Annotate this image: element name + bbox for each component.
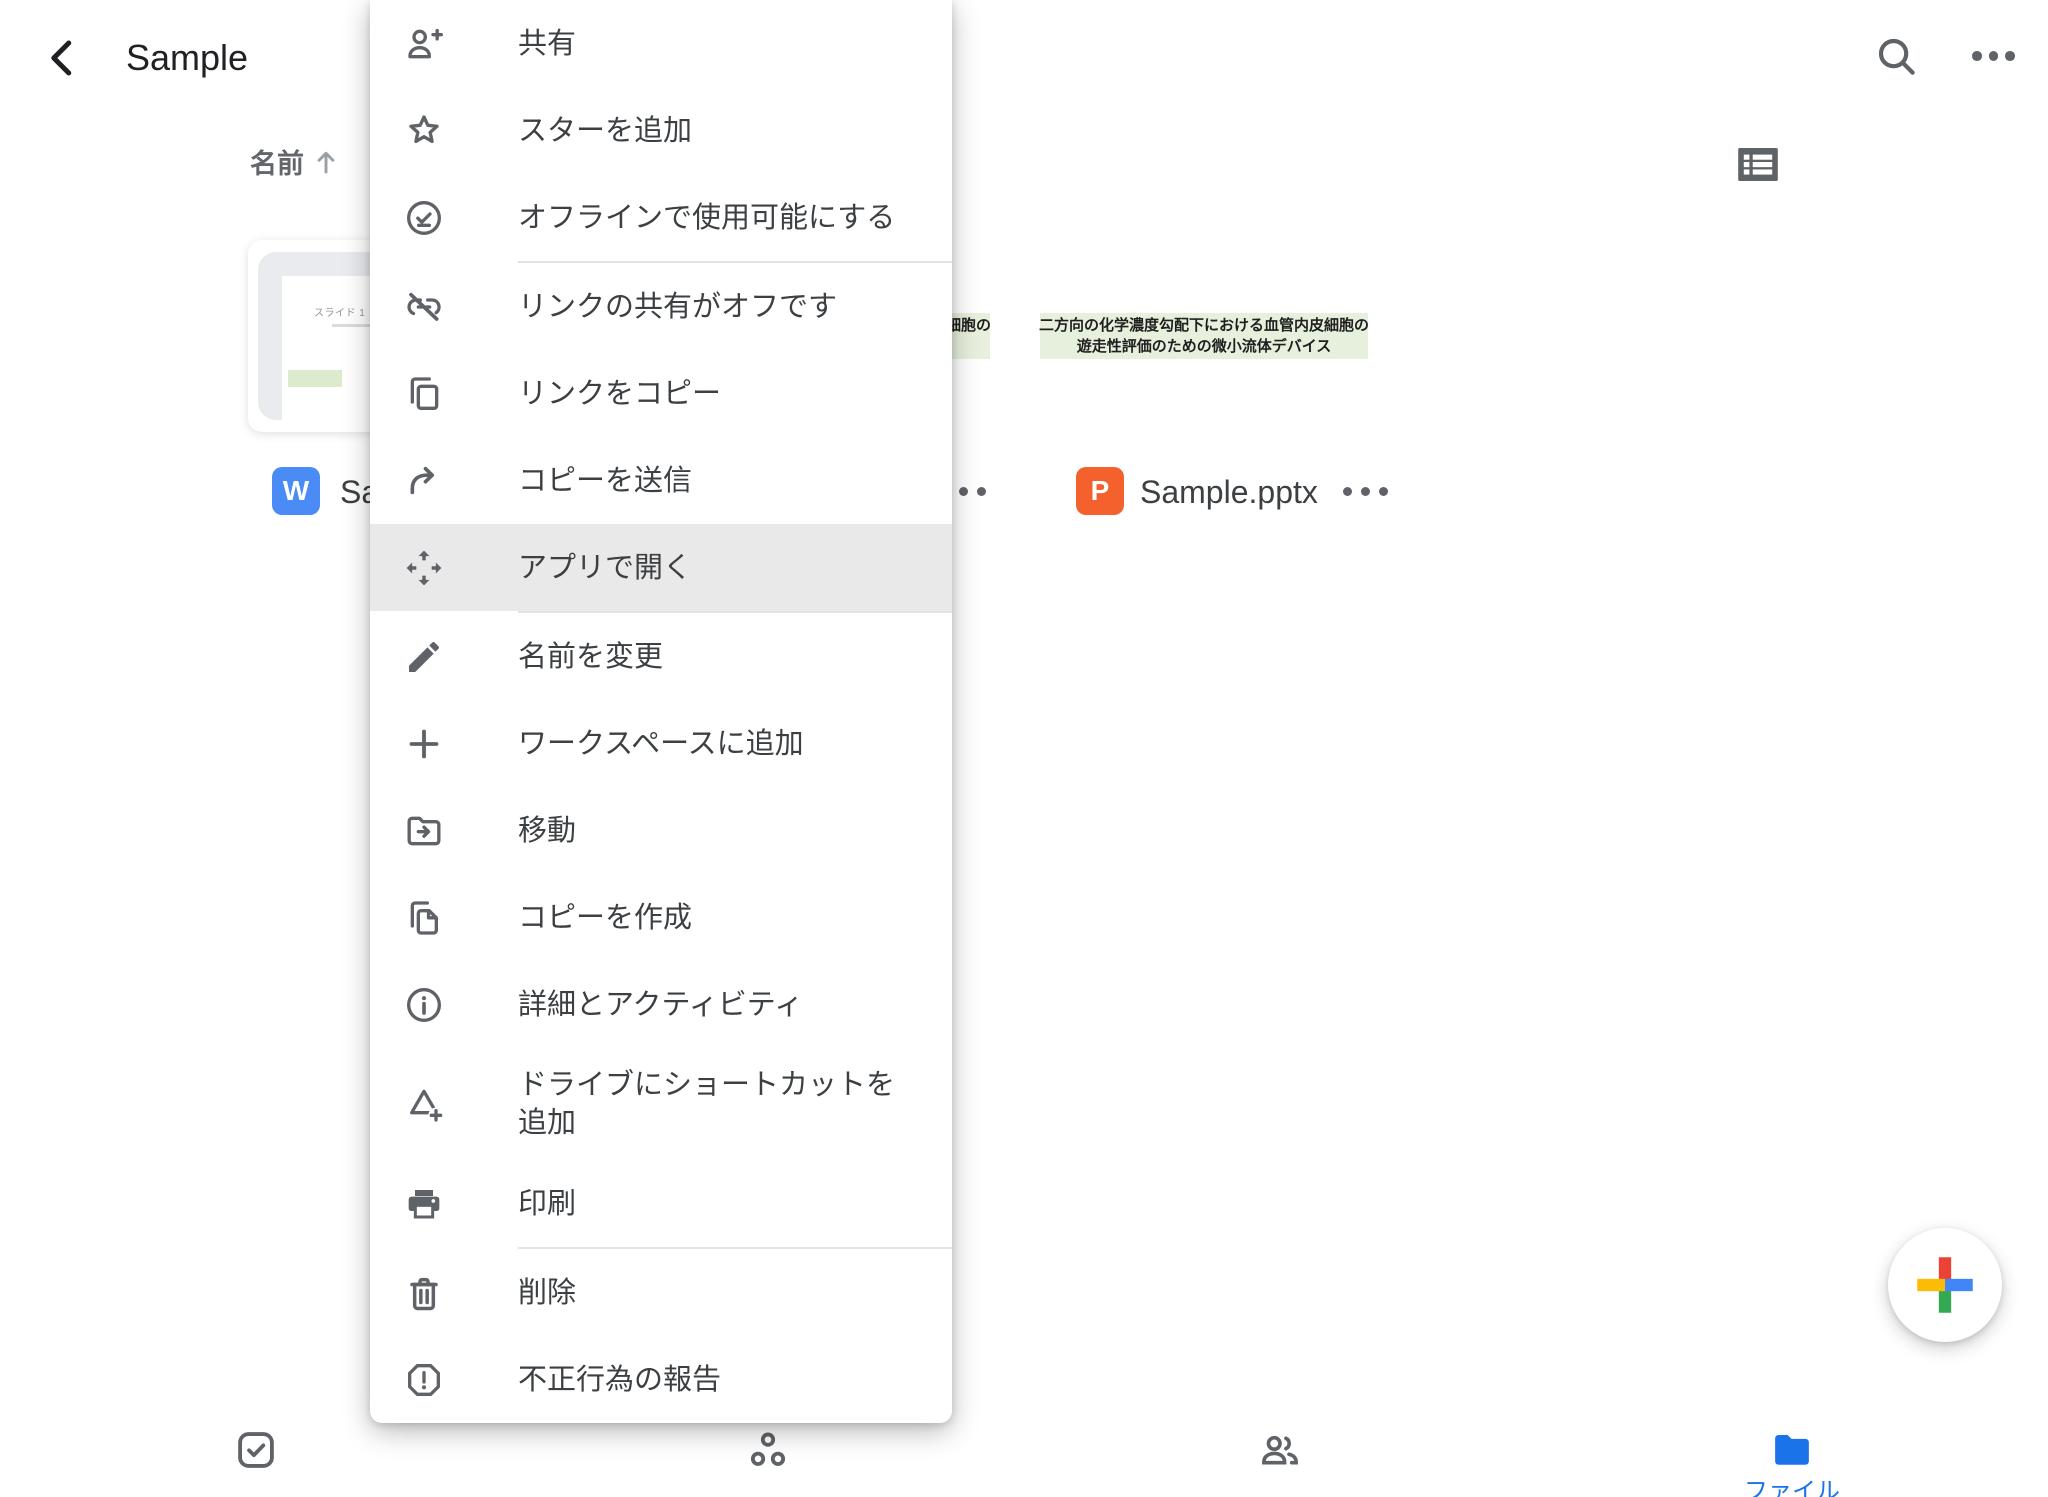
check-box-icon (233, 1427, 279, 1473)
tab-files-active[interactable]: ファイル (1732, 1427, 1852, 1497)
menu-item-label: 詳細とアクティビティ (518, 986, 803, 1024)
menu-item-make-copy[interactable]: コピーを作成 (370, 874, 952, 961)
trash-icon (404, 1273, 444, 1313)
menu-item-copy-link[interactable]: リンクをコピー (370, 350, 952, 437)
back-button[interactable] (40, 35, 86, 81)
sort-control[interactable]: 名前 (250, 142, 342, 181)
menu-item-delete[interactable]: 削除 (370, 1249, 952, 1336)
menu-item-label: ドライブにショートカットを 追加 (518, 1066, 895, 1142)
menu-item-label: 移動 (518, 812, 576, 850)
menu-item-label: コピーを作成 (518, 899, 692, 937)
menu-item-share[interactable]: 共有 (370, 0, 952, 87)
tab-label: ファイル (1744, 1471, 1840, 1497)
menu-item-label: ワークスペースに追加 (518, 725, 804, 763)
pencil-icon (404, 637, 444, 677)
bottom-navigation: ファイル (0, 1420, 2048, 1497)
person-add-icon (404, 24, 444, 64)
page-title: Sample (126, 36, 248, 80)
drive-add-icon (404, 1084, 444, 1124)
file-more-button-pptx[interactable] (1343, 487, 1388, 496)
menu-item-label: アプリで開く (518, 549, 692, 587)
thumbnail-title-line: 遊走性評価のための微小流体デバイス (1077, 336, 1332, 357)
menu-item-label: リンクをコピー (518, 375, 721, 413)
offline-pin-icon (404, 198, 444, 238)
list-view-toggle-icon[interactable] (1738, 148, 1778, 181)
menu-item-label: 印刷 (518, 1185, 576, 1223)
menu-item-label: 削除 (518, 1274, 576, 1312)
report-icon (404, 1360, 444, 1400)
menu-item-rename[interactable]: 名前を変更 (370, 613, 952, 700)
tab-tasks[interactable] (196, 1427, 316, 1473)
tab-shared[interactable] (1220, 1427, 1340, 1473)
menu-item-details[interactable]: 詳細とアクティビティ (370, 961, 952, 1048)
context-menu: 共有 スターを追加 オフラインで使用可能にする リンクの共有がオフです リンクを… (370, 0, 952, 1423)
info-icon (404, 985, 444, 1025)
copy-icon (404, 374, 444, 414)
sort-label: 名前 (250, 142, 304, 181)
menu-item-label: スターを追加 (518, 112, 692, 150)
google-plus-icon (1908, 1248, 1982, 1322)
sort-ascending-icon (310, 146, 342, 178)
menu-item-label: コピーを送信 (518, 462, 692, 500)
menu-item-open-in-app[interactable]: アプリで開く (370, 524, 952, 611)
create-new-button[interactable] (1888, 1228, 2002, 1342)
thumbnail-title-pptx: 二方向の化学濃度勾配下における血管内皮細胞の 遊走性評価のための微小流体デバイス (1040, 313, 1368, 359)
menu-item-add-shortcut[interactable]: ドライブにショートカットを 追加 (370, 1048, 952, 1160)
menu-item-make-offline[interactable]: オフラインで使用可能にする (370, 174, 952, 261)
workspaces-icon (745, 1427, 791, 1473)
menu-item-report-abuse[interactable]: 不正行為の報告 (370, 1336, 952, 1423)
thumbnail-text: スライド 1 (314, 304, 365, 319)
menu-item-label: 不正行為の報告 (518, 1361, 721, 1399)
tab-workspaces[interactable] (708, 1427, 828, 1473)
menu-item-label: オフラインで使用可能にする (518, 199, 895, 237)
forward-icon (404, 461, 444, 501)
link-off-icon (404, 287, 444, 327)
open-with-icon (404, 548, 444, 588)
menu-item-add-to-workspace[interactable]: ワークスペースに追加 (370, 700, 952, 787)
word-file-icon: W (272, 467, 320, 515)
folder-move-icon (404, 811, 444, 851)
menu-item-print[interactable]: 印刷 (370, 1160, 952, 1247)
menu-item-label: 共有 (518, 25, 576, 63)
file-copy-icon (404, 898, 444, 938)
printer-icon (404, 1184, 444, 1224)
thumbnail-green-bar (288, 370, 342, 387)
thumbnail-title-line: 二方向の化学濃度勾配下における血管内皮細胞の (1039, 315, 1369, 336)
overflow-menu-icon[interactable] (1972, 50, 2015, 62)
file-name-pptx[interactable]: Sample.pptx (1140, 474, 1318, 511)
menu-item-send-copy[interactable]: コピーを送信 (370, 437, 952, 524)
folder-icon (1769, 1427, 1815, 1473)
menu-item-label: 名前を変更 (518, 638, 663, 676)
people-icon (1257, 1427, 1303, 1473)
star-icon (404, 111, 444, 151)
plus-icon (404, 724, 444, 764)
menu-item-add-star[interactable]: スターを追加 (370, 87, 952, 174)
drive-app-screen: Sample 名前 スライド 1 二方向の化学濃度勾配下における血管内皮細胞の … (0, 0, 2048, 1497)
powerpoint-file-icon: P (1076, 467, 1124, 515)
menu-item-link-sharing-off[interactable]: リンクの共有がオフです (370, 263, 952, 350)
menu-item-move[interactable]: 移動 (370, 787, 952, 874)
search-icon[interactable] (1872, 32, 1920, 80)
menu-item-label: リンクの共有がオフです (518, 288, 837, 326)
